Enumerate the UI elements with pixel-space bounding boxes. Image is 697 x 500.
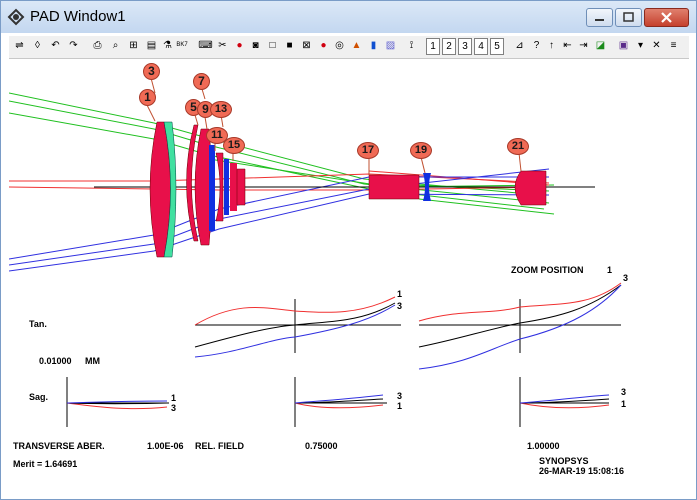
- timestamp: 26-MAR-19 15:08:16: [539, 466, 625, 476]
- red-dot-icon[interactable]: ●: [315, 38, 332, 55]
- undo-icon[interactable]: ↶: [47, 38, 64, 55]
- scale-value: 0.01000: [39, 356, 72, 366]
- zoom-position-value: 1: [607, 265, 613, 275]
- sag-mid-marker-3: 3: [397, 391, 403, 401]
- close-icon: [661, 12, 672, 23]
- surface-bubble-13: 13: [210, 101, 232, 118]
- target-icon[interactable]: ◙: [247, 38, 264, 55]
- sag-mid-marker-1: 1: [397, 401, 403, 411]
- sag-full-marker-1: 1: [621, 399, 627, 409]
- hatch-icon[interactable]: ▨: [382, 38, 399, 55]
- sliders-icon[interactable]: ⇌: [11, 38, 28, 55]
- menu-icon[interactable]: ≡: [665, 38, 682, 55]
- window-title: PAD Window1: [30, 8, 126, 25]
- lens-element-16: [236, 168, 246, 206]
- rel-field-label: REL. FIELD: [195, 441, 244, 451]
- tan-mid-marker-1: 1: [397, 289, 403, 299]
- maximize-button[interactable]: [615, 8, 642, 27]
- minimize-button[interactable]: [586, 8, 613, 27]
- rel-field-mid: 0.75000: [305, 441, 338, 451]
- surface-bubble-15: 15: [223, 137, 245, 154]
- tan-mid-marker-3: 3: [397, 301, 403, 311]
- cross-icon[interactable]: ✕: [648, 38, 665, 55]
- surface-bubble-21: 21: [507, 138, 529, 155]
- toolbar: ⇌ ◊ ↶ ↷ ⎙ ⌕ ⊞ ▤ ⚗ BK7 ⌨ ✂ ● ◙ □ ■ ⊠ ● ◎ …: [9, 36, 689, 59]
- transverse-aber-label: TRANSVERSE ABER.: [13, 441, 105, 451]
- monitor-icon[interactable]: ▤: [143, 38, 160, 55]
- pad-window: PAD Window1 ⇌ ◊ ↶ ↷ ⎙ ⌕ ⊞ ▤ ⚗ BK7 ⌨ ✂ ● …: [0, 0, 697, 500]
- close-button[interactable]: [644, 8, 689, 27]
- lens-element-17: [368, 174, 420, 200]
- rel-field-full: 1.00000: [527, 441, 560, 451]
- lens-element-21: [514, 170, 547, 206]
- sag-curves: [66, 394, 610, 410]
- surface-bubble-3: 3: [143, 63, 160, 80]
- ray-bundle-blue: [9, 168, 550, 272]
- arrow-up-icon[interactable]: ↑: [543, 38, 560, 55]
- lens-icon[interactable]: ◊: [29, 38, 46, 55]
- surface-bubble-7: 7: [193, 73, 210, 90]
- sag-full-marker-3: 3: [621, 387, 627, 397]
- plot-area: 3 1 7 5 9 11 13 15 17 19 21 ZOOM POSITIO…: [9, 59, 689, 491]
- print-icon[interactable]: ⎙: [89, 38, 106, 55]
- wedge-icon[interactable]: ⊿: [511, 38, 528, 55]
- zoom-icon[interactable]: ⌕: [107, 38, 124, 55]
- last-icon[interactable]: ⇥: [575, 38, 592, 55]
- keyboard-icon[interactable]: ⌨: [197, 38, 214, 55]
- zoom-position-label: ZOOM POSITION: [511, 265, 584, 275]
- minimize-icon: [595, 19, 604, 21]
- scissors-icon[interactable]: ✂: [214, 38, 231, 55]
- tan-full-marker-3: 3: [623, 273, 629, 283]
- surface-bubble-19: 19: [410, 142, 432, 159]
- first-icon[interactable]: ⇤: [559, 38, 576, 55]
- brand-label: SYNOPSYS: [539, 456, 589, 466]
- lens-element-11: [209, 145, 215, 231]
- bars-icon[interactable]: ▮: [365, 38, 382, 55]
- title-bar[interactable]: PAD Window1: [1, 1, 696, 33]
- grid-icon[interactable]: ⊠: [298, 38, 315, 55]
- scale-unit: MM: [85, 356, 100, 366]
- mountain-icon[interactable]: ▲: [348, 38, 365, 55]
- sag-label: Sag.: [29, 392, 49, 402]
- lens-drawing: [9, 77, 622, 427]
- filter-icon[interactable]: ▾: [632, 38, 649, 55]
- maximize-icon: [623, 12, 634, 22]
- panel-icon[interactable]: ▣: [615, 38, 632, 55]
- surface-bubble-1: 1: [139, 89, 156, 106]
- bk7-button[interactable]: BK7: [171, 38, 193, 55]
- merit-value: Merit = 1.64691: [13, 459, 78, 469]
- zoom-button-2[interactable]: 2: [442, 38, 456, 55]
- ring-icon[interactable]: ◎: [331, 38, 348, 55]
- dots-icon[interactable]: ●: [231, 38, 248, 55]
- zoom-button-3[interactable]: 3: [458, 38, 472, 55]
- ruler-icon[interactable]: ⟟: [403, 38, 420, 55]
- chart-icon[interactable]: ◪: [592, 38, 609, 55]
- zoom-button-5[interactable]: 5: [490, 38, 504, 55]
- sag-left-marker-1: 1: [171, 393, 177, 403]
- zoom-button-1[interactable]: 1: [426, 38, 440, 55]
- surface-bubble-17: 17: [357, 142, 379, 159]
- tan-label: Tan.: [29, 319, 47, 329]
- app-icon: [7, 8, 25, 26]
- lens-element-15b: [230, 163, 237, 211]
- square-icon[interactable]: □: [264, 38, 281, 55]
- sag-left-marker-3: 3: [171, 403, 177, 413]
- fit-icon[interactable]: ⊞: [125, 38, 142, 55]
- filled-square-icon[interactable]: ■: [281, 38, 298, 55]
- redo-icon[interactable]: ↷: [65, 38, 82, 55]
- transverse-aber-value: 1.00E-06: [147, 441, 184, 451]
- lens-element-15: [224, 159, 229, 215]
- zoom-button-4[interactable]: 4: [474, 38, 488, 55]
